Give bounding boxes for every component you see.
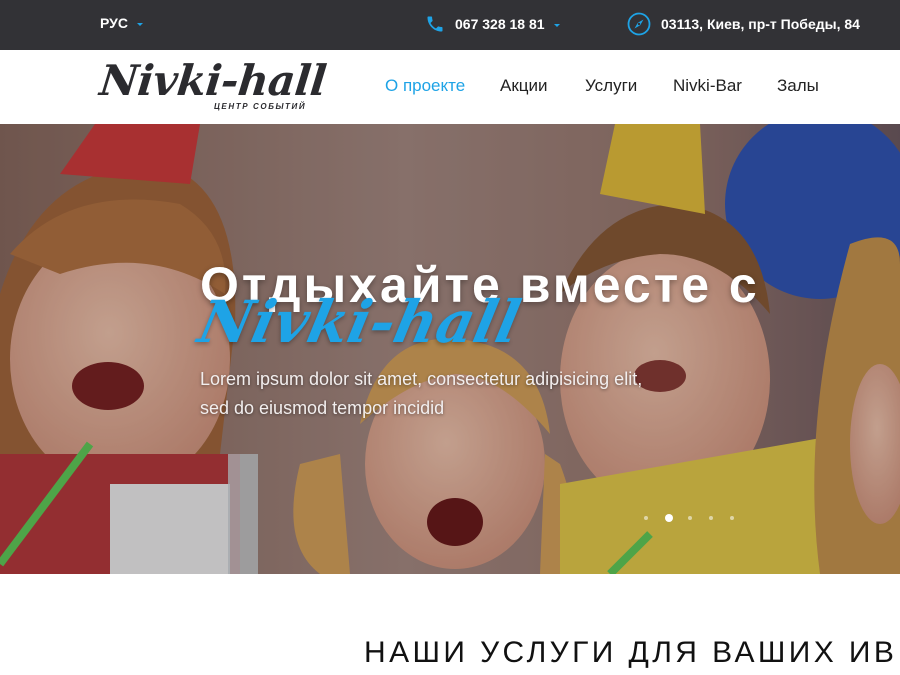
nav-item-bar[interactable]: Nivki-Bar [673,76,742,96]
address-text: 03113, Киев, пр-т Победы, 84 [661,16,860,32]
services-title: НАШИ УСЛУГИ ДЛЯ ВАШИХ ИВ [364,636,898,669]
slider-dot-active[interactable] [665,514,673,522]
hero-brand: Nivki-hall [192,288,527,356]
language-label: РУС [100,15,128,31]
hero-description: Lorem ipsum dolor sit amet, consectetur … [200,369,643,418]
address: 03113, Киев, пр-т Победы, 84 [627,12,860,36]
phone-number: 067 328 18 81 [455,16,545,32]
slider-dot[interactable] [709,516,713,520]
hero-slider: Отдыхайте вместе с Nivki-hall Lorem ipsu… [0,124,900,574]
slider-pagination [644,514,751,522]
site-header: Nivki-hall ЦЕНТР СОБЫТИЙ О проекте Акции… [0,50,900,124]
slider-dot[interactable] [688,516,692,520]
phone-icon [427,16,443,32]
nav-item-promotions[interactable]: Акции [500,76,548,96]
top-bar: РУС 067 328 18 81 03113, Киев, пр-т Побе… [0,0,900,50]
caret-down-icon [136,22,143,26]
phone-selector[interactable]: 067 328 18 81 [425,14,560,34]
compass-icon [627,12,651,36]
logo-subtitle: ЦЕНТР СОБЫТИЙ [214,102,307,111]
language-selector[interactable]: РУС [100,15,143,31]
nav-item-services[interactable]: Услуги [585,76,637,96]
nav-item-about[interactable]: О проекте [385,76,465,96]
nav-item-halls[interactable]: Залы [777,76,819,96]
main-nav: О проекте Акции Услуги Nivki-Bar Залы [0,76,900,100]
slider-dot[interactable] [644,516,648,520]
caret-down-icon [553,23,560,27]
slider-dot[interactable] [730,516,734,520]
